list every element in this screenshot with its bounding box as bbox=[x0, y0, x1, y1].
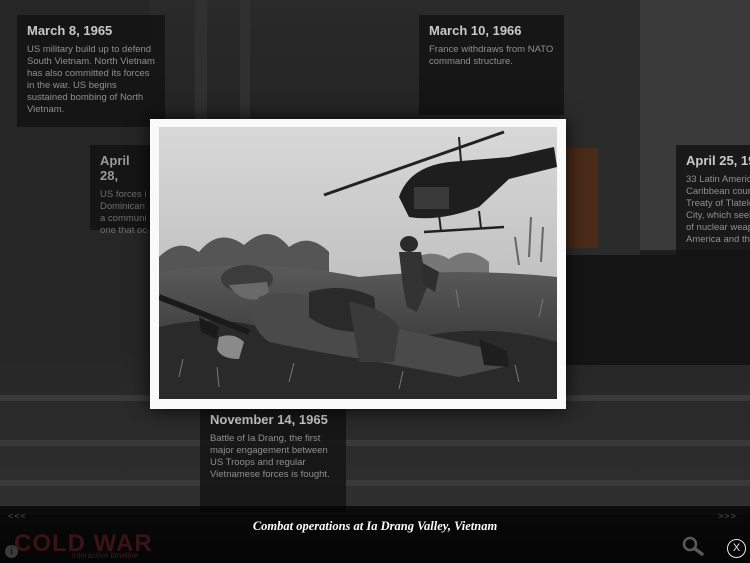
event-text: US forces i Dominican a communi one that… bbox=[100, 189, 147, 236]
event-text: France withdraws from NATO command struc… bbox=[429, 44, 554, 67]
search-icon[interactable] bbox=[682, 536, 706, 561]
timeline-event-card[interactable]: April 28, US forces i Dominican a commun… bbox=[90, 145, 150, 236]
timeline-event-card[interactable]: November 14, 1965 Battle of Ia Drang, th… bbox=[200, 404, 346, 512]
combat-photo bbox=[159, 127, 557, 399]
event-date: March 8, 1965 bbox=[27, 23, 113, 38]
event-thumbnail[interactable] bbox=[566, 148, 598, 248]
event-text: Battle of Ia Drang, the first major enga… bbox=[210, 433, 330, 480]
event-date: March 10, 1966 bbox=[429, 23, 522, 38]
photo-lightbox[interactable] bbox=[150, 119, 566, 409]
info-icon[interactable]: i bbox=[5, 545, 18, 558]
close-button[interactable]: X bbox=[727, 539, 746, 558]
event-date: November 14, 1965 bbox=[210, 412, 328, 427]
timeline-event-card[interactable]: March 8, 1965 US military build up to de… bbox=[17, 15, 165, 127]
app-subtitle: interactive timeline bbox=[72, 551, 139, 560]
timeline-event-card[interactable]: April 25, 19 33 Latin Americ Caribbean c… bbox=[676, 145, 750, 255]
event-text: US military build up to defend South Vie… bbox=[27, 44, 155, 115]
event-date: April 28, bbox=[100, 153, 130, 183]
event-date: April 25, 19 bbox=[686, 153, 750, 168]
event-text: 33 Latin Americ Caribbean coun Treaty of… bbox=[686, 174, 750, 245]
timeline-event-card[interactable]: March 10, 1966 France withdraws from NAT… bbox=[419, 15, 564, 115]
